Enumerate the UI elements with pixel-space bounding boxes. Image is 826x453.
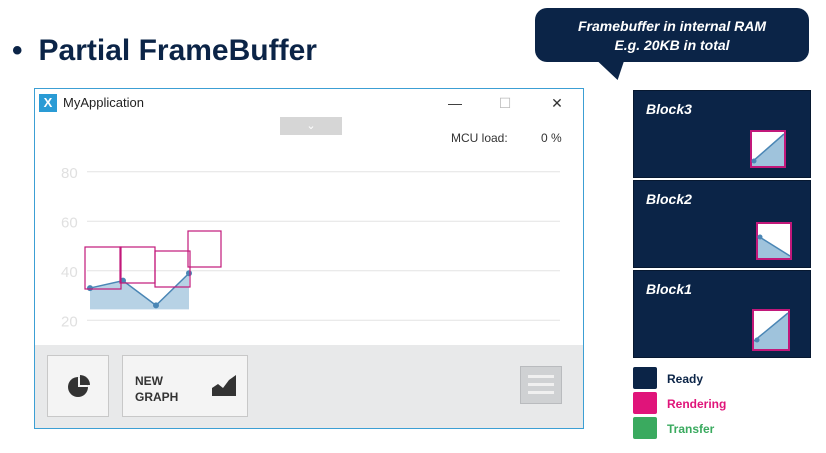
y-tick-label: 40	[61, 264, 78, 281]
new-graph-label: NEW GRAPH	[135, 374, 179, 404]
block-label: Block3	[646, 101, 692, 117]
menu-button[interactable]	[520, 366, 562, 404]
bottom-toolbar: NEW GRAPH	[35, 345, 583, 428]
legend-swatch-transfer	[633, 417, 657, 439]
window-title: MyApplication	[63, 95, 144, 110]
render-tile	[187, 230, 222, 268]
maximize-button[interactable]: ☐	[491, 91, 519, 115]
area-chart-icon	[212, 375, 236, 396]
pie-chart-button[interactable]	[47, 355, 109, 417]
graph-chart: 20 40 60 80	[61, 165, 560, 330]
data-point	[87, 285, 93, 292]
minimize-button[interactable]: —	[441, 91, 469, 115]
window-titlebar[interactable]: X MyApplication — ☐ ✕	[35, 89, 583, 117]
render-tile	[119, 246, 156, 284]
block-1-tile	[752, 309, 790, 351]
title-bullet: •	[12, 34, 23, 67]
block-3-tile	[750, 130, 786, 168]
series-area	[90, 273, 189, 310]
legend-swatch-ready	[633, 367, 657, 389]
legend-swatch-rendering	[633, 392, 657, 414]
new-graph-button[interactable]: NEW GRAPH	[122, 355, 248, 417]
callout-pointer	[596, 60, 632, 80]
legend-label-ready: Ready	[667, 372, 704, 386]
legend-label-rendering: Rendering	[667, 397, 727, 411]
block-2-tile	[756, 222, 792, 260]
pie-chart-icon	[68, 375, 90, 397]
chevron-down-button[interactable]: ⌄	[280, 117, 342, 135]
close-button[interactable]: ✕	[543, 91, 571, 115]
block-label: Block2	[646, 191, 692, 207]
data-point	[186, 270, 192, 277]
block-3: Block3	[633, 90, 811, 178]
block-2: Block2	[633, 180, 811, 268]
callout-line-2: E.g. 20KB in total	[614, 37, 730, 53]
app-logo-icon: X	[39, 94, 57, 112]
legend-label-transfer: Transfer	[667, 422, 715, 436]
y-tick-label: 60	[61, 214, 78, 231]
slide-title: • Partial FrameBuffer	[12, 34, 317, 68]
data-point	[153, 302, 159, 309]
y-tick-label: 20	[61, 313, 78, 330]
hamburger-icon	[528, 375, 554, 394]
title-text: Partial FrameBuffer	[38, 34, 317, 67]
callout-box: Framebuffer in internal RAM E.g. 20KB in…	[535, 8, 809, 62]
app-window: X MyApplication — ☐ ✕ ⌄ MCU load: 0 % 20…	[34, 88, 584, 429]
mcu-load-label: MCU load:	[451, 131, 508, 145]
y-tick-label: 80	[61, 165, 78, 182]
callout-line-1: Framebuffer in internal RAM	[578, 18, 766, 34]
block-label: Block1	[646, 281, 692, 297]
block-1: Block1	[633, 270, 811, 358]
mcu-load-value: 0 %	[541, 131, 562, 145]
